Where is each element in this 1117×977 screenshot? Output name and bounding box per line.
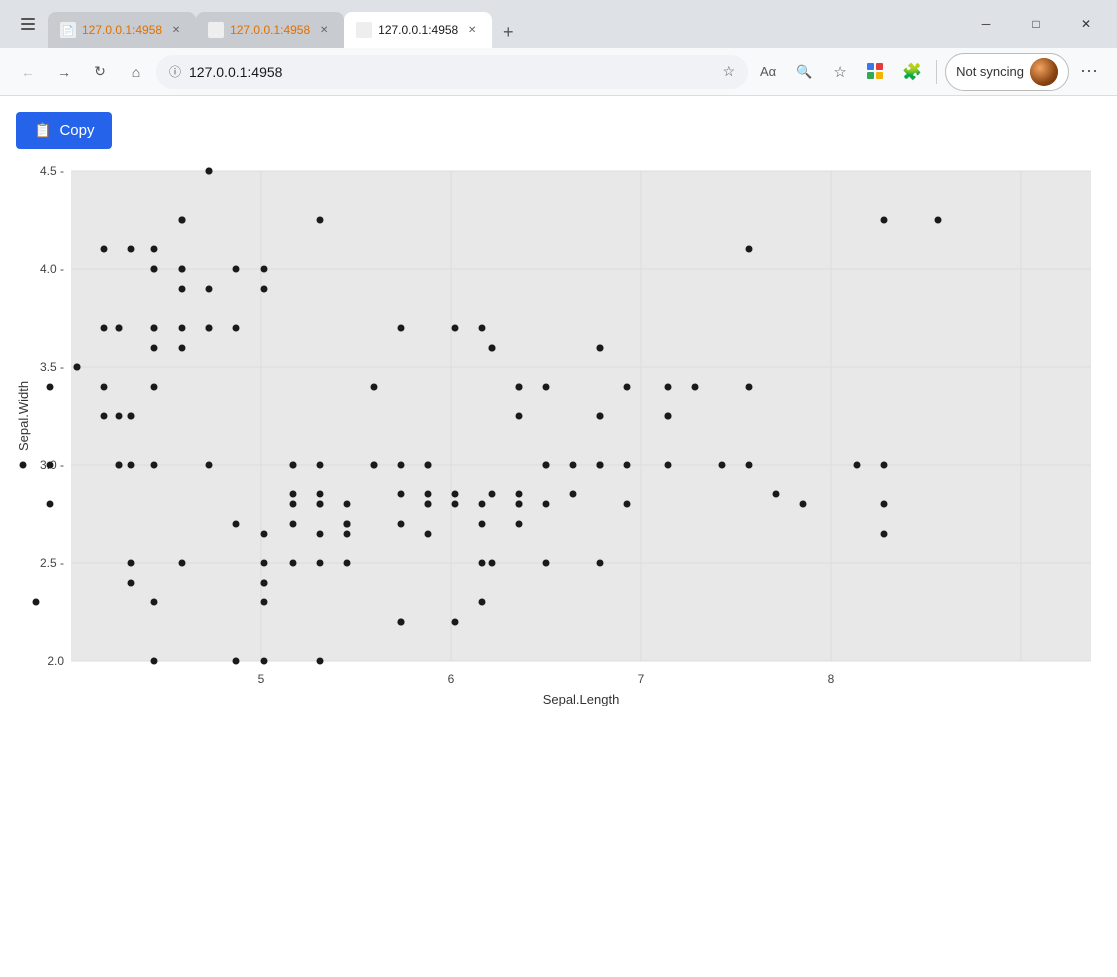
tab-favicon-1: 📄 <box>60 22 76 38</box>
browser-chrome: 📄 127.0.0.1:4958 ✕ 127.0.0.1:4958 ✕ 127.… <box>0 0 1117 96</box>
tab-title-1: 127.0.0.1:4958 <box>82 23 162 37</box>
browser-tab-3[interactable]: 127.0.0.1:4958 ✕ <box>344 12 492 48</box>
x-tick-6: 6 <box>448 672 455 686</box>
browser-tab-2[interactable]: 127.0.0.1:4958 ✕ <box>196 12 344 48</box>
divider <box>936 60 937 84</box>
lock-icon: ⓘ <box>169 63 181 80</box>
x-axis-title: Sepal.Length <box>543 692 620 706</box>
forward-button[interactable]: → <box>48 56 80 88</box>
extensions-puzzle-button[interactable]: 🧩 <box>896 56 928 88</box>
zoom-button[interactable]: 🔍 <box>788 56 820 88</box>
y-tick-45: 4.5 - <box>40 164 64 178</box>
nav-right-buttons: Aα 🔍 ☆ 🧩 Not syncing ⋯ <box>752 53 1105 91</box>
y-tick-20: 2.0 <box>47 654 64 668</box>
grid-icon <box>866 62 886 82</box>
x-tick-7: 7 <box>638 672 645 686</box>
maximize-button[interactable]: □ <box>1013 8 1059 40</box>
extensions-button[interactable] <box>860 56 892 88</box>
tab-close-3[interactable]: ✕ <box>464 22 480 38</box>
x-tick-8: 8 <box>828 672 835 686</box>
scatter-plot-svg: 2.0 2.5 - 3.0 - 3.5 - 4.0 - 4.5 - 5 6 7 … <box>16 161 1101 706</box>
close-button[interactable]: ✕ <box>1063 8 1109 40</box>
title-bar: 📄 127.0.0.1:4958 ✕ 127.0.0.1:4958 ✕ 127.… <box>0 0 1117 48</box>
star-icon[interactable]: ☆ <box>723 63 736 80</box>
y-tick-35: 3.5 - <box>40 360 64 374</box>
y-axis-title: Sepal.Width <box>16 381 31 451</box>
tab-title-2: 127.0.0.1:4958 <box>230 23 310 37</box>
reload-button[interactable]: ↻ <box>84 56 116 88</box>
home-button[interactable]: ⌂ <box>120 56 152 88</box>
minimize-button[interactable]: ─ <box>963 8 1009 40</box>
tab-favicon-3 <box>356 22 372 38</box>
nav-bar: ← → ↻ ⌂ ⓘ 127.0.0.1:4958 ☆ Aα 🔍 ☆ 🧩 <box>0 48 1117 96</box>
tab-close-2[interactable]: ✕ <box>316 22 332 38</box>
sidebar-toggle-button[interactable] <box>8 8 48 40</box>
new-tab-button[interactable]: + <box>492 16 524 48</box>
avatar-image <box>1030 58 1058 86</box>
svg-text:📄: 📄 <box>62 24 74 37</box>
sync-button[interactable]: Not syncing <box>945 53 1069 91</box>
copy-button[interactable]: 📋 Copy <box>16 112 112 149</box>
address-text: 127.0.0.1:4958 <box>189 64 715 80</box>
chart-background <box>71 171 1091 661</box>
menu-button[interactable]: ⋯ <box>1073 56 1105 88</box>
browser-tab-1[interactable]: 📄 127.0.0.1:4958 ✕ <box>48 12 196 48</box>
tab-title-3: 127.0.0.1:4958 <box>378 23 458 37</box>
page-content: 📋 Copy 2.0 2.5 - 3.0 - 3.5 - 4.0 - <box>0 96 1117 977</box>
tab-favicon-2 <box>208 22 224 38</box>
x-tick-5: 5 <box>258 672 265 686</box>
y-tick-40: 4.0 - <box>40 262 64 276</box>
tab-close-1[interactable]: ✕ <box>168 22 184 38</box>
title-bar-right: ─ □ ✕ <box>963 8 1109 40</box>
copy-label: Copy <box>59 122 94 139</box>
avatar <box>1030 58 1058 86</box>
address-bar[interactable]: ⓘ 127.0.0.1:4958 ☆ <box>156 55 748 89</box>
tabs-area: 📄 127.0.0.1:4958 ✕ 127.0.0.1:4958 ✕ 127.… <box>48 0 955 48</box>
favorites-button[interactable]: ☆ <box>824 56 856 88</box>
translate-button[interactable]: Aα <box>752 56 784 88</box>
y-tick-25: 2.5 - <box>40 556 64 570</box>
sync-label: Not syncing <box>956 64 1024 79</box>
copy-icon: 📋 <box>34 122 51 139</box>
back-button[interactable]: ← <box>12 56 44 88</box>
scatter-plot-container: 2.0 2.5 - 3.0 - 3.5 - 4.0 - 4.5 - 5 6 7 … <box>16 161 1101 706</box>
